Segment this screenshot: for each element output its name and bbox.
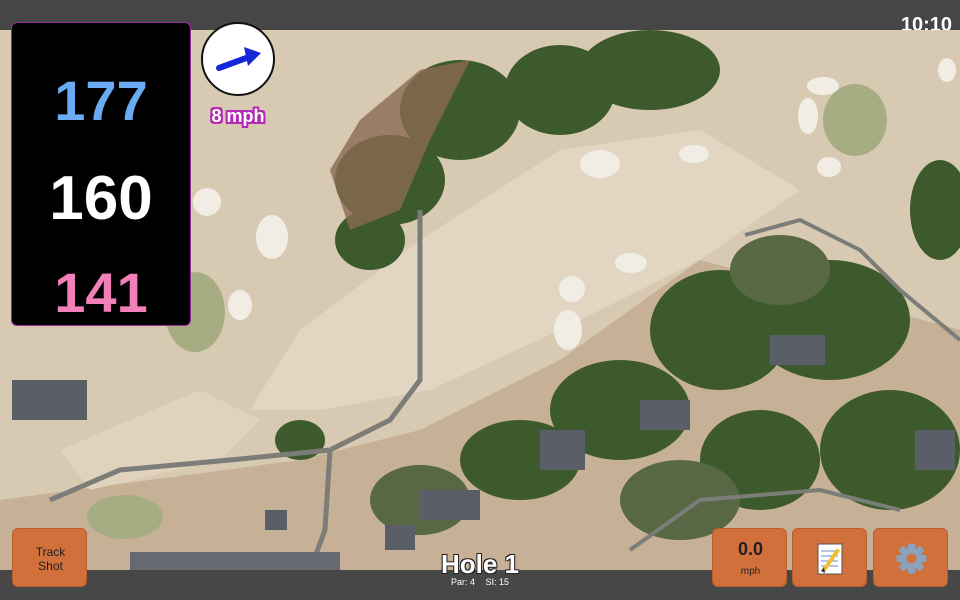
- hole-si: SI: 15: [485, 577, 510, 587]
- notes-button[interactable]: [792, 528, 867, 587]
- hole-par: Par: 4: [450, 577, 475, 587]
- speed-button[interactable]: 0.0 mph: [712, 528, 787, 587]
- track-shot-label: Track Shot: [35, 545, 66, 573]
- settings-button[interactable]: [873, 528, 948, 587]
- wind-arrow-icon: [216, 47, 261, 71]
- back-distance: 177: [54, 69, 148, 132]
- gear-icon: [896, 543, 927, 574]
- center-distance: 160: [49, 164, 153, 233]
- distance-panel: 177 160 141: [11, 22, 191, 326]
- front-distance: 141: [54, 261, 148, 324]
- wind-indicator: [201, 22, 275, 96]
- track-shot-button[interactable]: Track Shot: [12, 528, 87, 587]
- hole-info: Par: 4 SI: 15: [400, 577, 560, 587]
- hole-title: Hole 1: [440, 549, 520, 579]
- wind-speed: 8 mph: [211, 106, 265, 126]
- notes-icon: [817, 543, 843, 575]
- speed-unit: mph: [740, 566, 761, 577]
- speed-value: 0.0: [737, 539, 764, 559]
